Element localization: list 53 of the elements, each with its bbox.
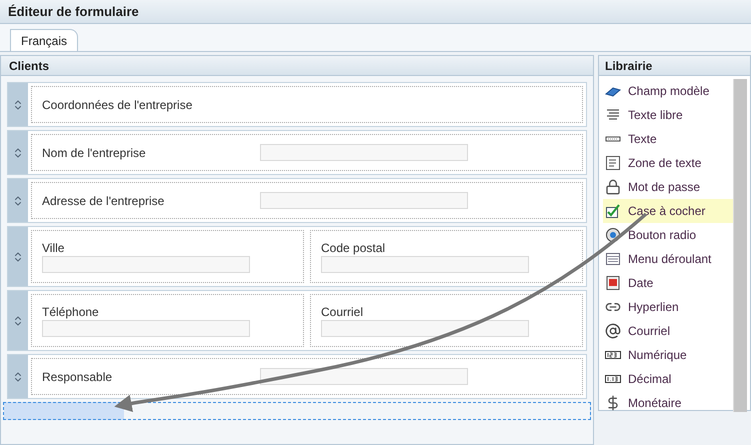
library-item[interactable]: Courriel: [603, 319, 733, 343]
field-label: Nom de l'entreprise: [42, 144, 147, 162]
library-item[interactable]: Case à cocher: [603, 199, 733, 223]
input-field[interactable]: [260, 144, 468, 161]
field-label: Téléphone: [42, 304, 100, 320]
input-field[interactable]: [321, 256, 529, 273]
field-label: Adresse de l'entreprise: [42, 192, 166, 210]
library-item[interactable]: Menu déroulant: [603, 247, 733, 271]
move-icon: [12, 146, 24, 158]
library-item[interactable]: Texte libre: [603, 103, 733, 127]
padlock-icon: [605, 179, 621, 195]
library-item[interactable]: Monétaire: [603, 391, 733, 415]
input-field[interactable]: [260, 192, 468, 209]
library-item[interactable]: Numérique: [603, 343, 733, 367]
text-area-icon: [605, 155, 621, 171]
window-title: Éditeur de formulaire: [8, 2, 139, 21]
input-field[interactable]: [321, 320, 529, 337]
field-label: Responsable: [42, 368, 114, 386]
panel-title: Clients: [9, 58, 50, 74]
scrollbar[interactable]: [733, 79, 747, 412]
input-field[interactable]: [260, 368, 468, 385]
library-item[interactable]: Mot de passe: [603, 175, 733, 199]
dropdown-icon: [605, 251, 621, 267]
panel-title: Librairie: [605, 58, 652, 74]
drag-handle[interactable]: [8, 83, 28, 126]
checkbox-icon: [605, 203, 621, 219]
library-item[interactable]: Décimal: [603, 367, 733, 391]
drag-handle[interactable]: [8, 291, 28, 350]
move-icon: [12, 370, 24, 382]
drag-handle[interactable]: [8, 355, 28, 398]
drag-handle[interactable]: [8, 179, 28, 222]
library-item[interactable]: Hyperlien: [603, 295, 733, 319]
move-icon: [12, 250, 24, 262]
move-icon: [12, 98, 24, 110]
move-icon: [12, 194, 24, 206]
library-item[interactable]: Zone de texte: [603, 151, 733, 175]
at-sign-icon: [605, 323, 621, 339]
section-heading: Coordonnées de l'entreprise: [42, 96, 192, 114]
field-label: Code postal: [321, 240, 386, 256]
library-item[interactable]: Champ modèle: [603, 79, 733, 103]
library-item[interactable]: Bouton radio: [603, 223, 733, 247]
calendar-icon: [605, 275, 621, 291]
drag-handle[interactable]: [8, 131, 28, 174]
field-label: Courriel: [321, 304, 364, 320]
library-item[interactable]: Date: [603, 271, 733, 295]
field-label: Ville: [42, 240, 66, 256]
drop-zone[interactable]: [3, 402, 591, 420]
input-field[interactable]: [42, 256, 250, 273]
drag-handle[interactable]: [8, 227, 28, 286]
tab[interactable]: Français: [10, 29, 78, 51]
move-icon: [12, 314, 24, 326]
library-item[interactable]: Texte: [603, 127, 733, 151]
input-field[interactable]: [42, 320, 250, 337]
